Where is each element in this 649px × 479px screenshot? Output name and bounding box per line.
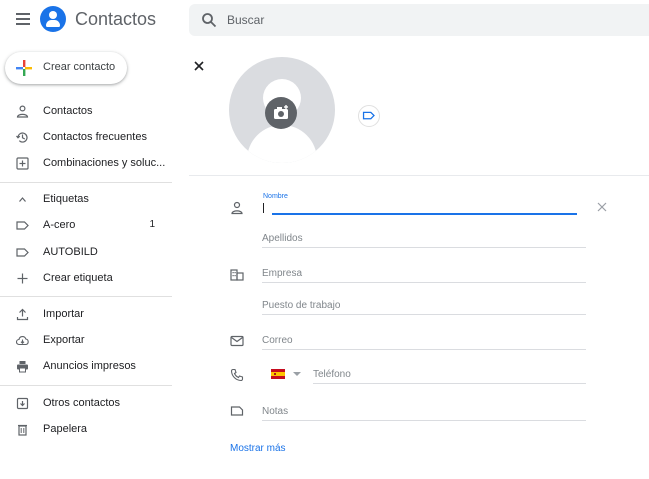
email-icon (230, 335, 244, 347)
label-icon (16, 221, 29, 230)
email-field[interactable]: Correo (262, 331, 586, 350)
lastname-field[interactable]: Apellidos (262, 229, 586, 248)
name-field-label: Nombre (263, 193, 288, 200)
merge-icon (16, 157, 29, 170)
country-dropdown-icon[interactable] (293, 372, 301, 376)
person-icon (16, 105, 29, 118)
search-bar[interactable] (189, 4, 649, 36)
spain-flag-icon[interactable] (271, 369, 285, 379)
add-photo-icon (274, 105, 288, 119)
sidebar-item-contacts[interactable]: Contactos (0, 99, 172, 125)
sidebar-item-merge[interactable]: Combinaciones y soluc... (0, 151, 172, 177)
phone-field[interactable]: Teléfono (313, 365, 586, 384)
history-icon (16, 132, 28, 143)
notes-placeholder: Notas (262, 406, 289, 417)
sidebar-divider (0, 182, 172, 183)
notes-icon (230, 406, 244, 416)
sidebar-item-import[interactable]: Importar (0, 302, 172, 328)
contacts-logo-icon (40, 6, 66, 32)
sidebar-item-label: Contactos (43, 105, 93, 117)
plus-icon (16, 60, 32, 76)
jobtitle-field[interactable]: Puesto de trabajo (262, 296, 586, 315)
form-divider (189, 175, 649, 176)
lastname-placeholder: Apellidos (262, 233, 303, 244)
sidebar-item-label: A-cero (43, 219, 76, 231)
chevron-up-icon (19, 197, 26, 202)
archive-icon (16, 397, 29, 410)
phone-placeholder: Teléfono (313, 369, 351, 380)
sidebar-item-trash[interactable]: Papelera (0, 417, 172, 443)
sidebar-item-label: Combinaciones y soluc... (43, 157, 166, 169)
sidebar-item-frequent[interactable]: Contactos frecuentes (0, 125, 172, 151)
add-label-button[interactable] (358, 105, 380, 127)
name-field[interactable] (272, 213, 577, 215)
label-icon (362, 111, 375, 120)
email-placeholder: Correo (262, 335, 293, 346)
person-icon (231, 201, 243, 215)
text-cursor (263, 203, 264, 213)
clear-field-icon[interactable] (597, 202, 607, 212)
sidebar-divider (0, 385, 172, 386)
sidebar-item-other-contacts[interactable]: Otros contactos (0, 391, 172, 417)
label-count: 1 (149, 219, 155, 230)
sidebar-item-label: Otros contactos (43, 397, 121, 409)
add-photo-button[interactable] (265, 97, 297, 129)
main-menu-icon[interactable] (16, 13, 30, 25)
create-contact-button[interactable]: Crear contacto (5, 52, 127, 84)
search-input[interactable] (227, 11, 627, 29)
create-label-button[interactable]: Crear etiqueta (0, 266, 172, 292)
sidebar-item-label: Importar (43, 308, 84, 320)
sidebar-item-export[interactable]: Exportar (0, 328, 172, 354)
trash-icon (18, 424, 27, 436)
sidebar-item-label: Crear etiqueta (43, 272, 113, 284)
company-placeholder: Empresa (262, 268, 303, 279)
company-field[interactable]: Empresa (262, 264, 586, 283)
sidebar-item-label: Contactos frecuentes (43, 131, 147, 143)
notes-field[interactable]: Notas (262, 402, 586, 421)
labels-header[interactable]: Etiquetas (0, 187, 172, 213)
print-icon (17, 361, 28, 373)
close-icon[interactable] (193, 60, 205, 72)
show-more-link[interactable]: Mostrar más (230, 443, 286, 454)
sidebar-item-label: Papelera (43, 423, 88, 435)
upload-icon (16, 308, 29, 321)
sidebar-item-label: Exportar (43, 334, 85, 346)
business-icon (230, 269, 244, 281)
sidebar-item-label: Anuncios impresos (43, 360, 136, 372)
label-icon (16, 248, 29, 257)
sidebar-item-label-autobild[interactable]: AUTOBILD (0, 240, 172, 266)
search-icon[interactable] (201, 12, 217, 28)
cloud-download-icon (16, 336, 29, 346)
labels-header-text: Etiquetas (43, 193, 89, 205)
plus-icon (17, 273, 28, 284)
sidebar-item-label: AUTOBILD (43, 246, 98, 258)
sidebar-item-label-acero[interactable]: A-cero 1 (0, 213, 172, 239)
create-contact-label: Crear contacto (43, 61, 116, 73)
sidebar-item-print[interactable]: Anuncios impresos (0, 354, 172, 380)
jobtitle-placeholder: Puesto de trabajo (262, 300, 341, 311)
sidebar-divider (0, 296, 172, 297)
phone-icon (230, 368, 244, 382)
app-title: Contactos (75, 9, 157, 29)
